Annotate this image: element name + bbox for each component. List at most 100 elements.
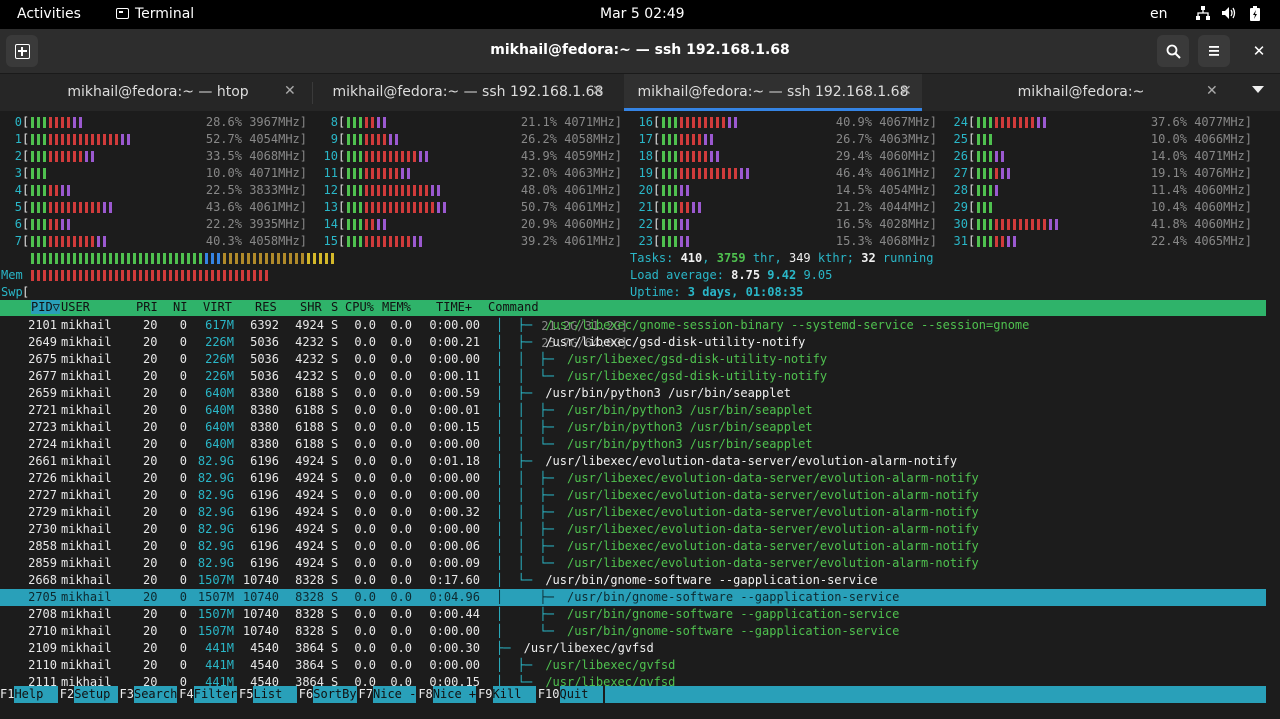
process-row[interactable]: 2710 mikhail 20 0 1507M 10740 8328 S 0.0 0.0 0:00.… — [0, 623, 1266, 640]
cpu-id: 31 — [953, 234, 968, 248]
tab-2[interactable]: mikhail@fedora:~ — ssh 192.168.1.68 ✕ — [313, 74, 623, 111]
fkey-f9[interactable]: F9Kill — [478, 686, 536, 703]
fkey-f2[interactable]: F2Setup — [60, 686, 118, 703]
process-time: 0:00.06 — [429, 539, 480, 553]
cpu-meter-2: 2[33.5% 4068MHz] — [0, 148, 307, 165]
column-time[interactable]: TIME+ — [436, 300, 472, 314]
app-menu[interactable]: Terminal — [116, 6, 194, 22]
fkey-f10[interactable]: F10Quit — [538, 686, 603, 703]
input-language-indicator[interactable]: en — [1150, 6, 1168, 22]
process-row[interactable]: 2677 mikhail 20 0 226M 5036 4232 S 0.0 0.0 0:00.11… — [0, 368, 1266, 385]
process-user: mikhail — [61, 505, 112, 519]
process-row[interactable]: 2859 mikhail 20 0 82.9G 6196 4924 S 0.0 0.0 0:00.0… — [0, 555, 1266, 572]
process-res: 6196 — [250, 505, 279, 519]
tab-3-active[interactable]: mikhail@fedora:~ — ssh 192.168.1.68 ✕ — [624, 74, 922, 111]
cpu-meter-4: 4[22.5% 3833MHz] — [0, 182, 307, 199]
column-mem[interactable]: MEM% — [382, 300, 411, 314]
column-virt[interactable]: VIRT — [203, 300, 232, 314]
column-user[interactable]: USER — [61, 300, 90, 314]
process-cpu-percent: 0.0 — [354, 488, 376, 502]
process-nice: 0 — [179, 386, 187, 400]
process-cpu-percent: 0.0 — [354, 352, 376, 366]
terminal-scrollbar[interactable] — [1266, 112, 1280, 719]
clock[interactable]: Mar 5 02:49 — [600, 6, 685, 22]
tab-2-close-icon[interactable]: ✕ — [592, 83, 604, 99]
column-command[interactable]: Command — [488, 300, 539, 314]
tab-1-close-icon[interactable]: ✕ — [284, 83, 296, 99]
column-cpu[interactable]: CPU% — [345, 300, 374, 314]
process-table-header[interactable]: PID▽ USER PRI NI VIRT RES SHR S CPU% MEM… — [0, 300, 1266, 316]
tab-4-close-icon[interactable]: ✕ — [1206, 83, 1218, 99]
process-tree-branch: │ ├─ — [496, 335, 540, 349]
hamburger-menu-button[interactable] — [1198, 35, 1230, 67]
process-user: mikhail — [61, 641, 112, 655]
cpu-id: 3 — [14, 166, 22, 180]
process-row[interactable]: 2110 mikhail 20 0 441M 4540 3864 S 0.0 0.0 0:00.00… — [0, 657, 1266, 674]
process-row-selected[interactable]: 2705 mikhail 20 0 1507M 10740 8328 S 0.0 0.0 0:04.… — [0, 589, 1266, 606]
process-priority: 20 — [143, 454, 158, 468]
column-shr[interactable]: SHR — [300, 300, 322, 314]
process-row[interactable]: 2726 mikhail 20 0 82.9G 6196 4924 S 0.0 0.0 0:00.0… — [0, 470, 1266, 487]
tab-2-label: mikhail@fedora:~ — ssh 192.168.1.68 — [332, 84, 604, 100]
load-5min: 9.42 — [767, 268, 797, 282]
fkey-f8[interactable]: F8Nice + — [418, 686, 477, 703]
process-tree-branch: │ │ ├─ — [496, 471, 562, 485]
process-row[interactable]: 2858 mikhail 20 0 82.9G 6196 4924 S 0.0 0.0 0:00.0… — [0, 538, 1266, 555]
process-state: S — [331, 352, 339, 366]
column-pid[interactable]: PID▽ — [31, 300, 60, 314]
gnome-top-bar: Activities Terminal Mar 5 02:49 en — [0, 0, 1280, 29]
process-row[interactable]: 2724 mikhail 20 0 640M 8380 6188 S 0.0 0.0 0:00.00… — [0, 436, 1266, 453]
cpu-frequency: 4054MHz] — [879, 183, 937, 197]
process-state: S — [331, 624, 339, 638]
process-row[interactable]: 2109 mikhail 20 0 441M 4540 3864 S 0.0 0.0 0:00.30… — [0, 640, 1266, 657]
process-row[interactable]: 2659 mikhail 20 0 640M 8380 6188 S 0.0 0.0 0:00.59… — [0, 385, 1266, 402]
window-close-button[interactable]: ✕ — [1243, 35, 1275, 67]
process-row[interactable]: 2721 mikhail 20 0 640M 8380 6188 S 0.0 0.0 0:00.01… — [0, 402, 1266, 419]
cpu-usage-bar — [347, 131, 401, 148]
process-row[interactable]: 2708 mikhail 20 0 1507M 10740 8328 S 0.0 0.0 0:00.… — [0, 606, 1266, 623]
cpu-frequency: 4061MHz] — [564, 234, 622, 248]
process-cpu-percent: 0.0 — [354, 607, 376, 621]
process-row[interactable]: 2729 mikhail 20 0 82.9G 6196 4924 S 0.0 0.0 0:00.3… — [0, 504, 1266, 521]
cpu-percent: 21.2% — [835, 200, 872, 214]
cpu-percent: 22.4% — [1150, 234, 1187, 248]
tab-list-dropdown-icon[interactable] — [1252, 86, 1264, 93]
process-row[interactable]: 2730 mikhail 20 0 82.9G 6196 4924 S 0.0 0.0 0:00.0… — [0, 521, 1266, 538]
process-row[interactable]: 2661 mikhail 20 0 82.9G 6196 4924 S 0.0 0.0 0:01.1… — [0, 453, 1266, 470]
tab-1[interactable]: mikhail@fedora:~ — htop ✕ — [0, 74, 312, 111]
process-virt: 441M — [205, 641, 234, 655]
fkey-f6[interactable]: F6SortBy — [299, 686, 357, 703]
fkey-f1[interactable]: F1Help — [0, 686, 58, 703]
fkey-f3[interactable]: F3Search — [120, 686, 178, 703]
fkey-f7[interactable]: F7Nice - — [359, 686, 417, 703]
process-row[interactable]: 2723 mikhail 20 0 640M 8380 6188 S 0.0 0.0 0:00.15… — [0, 419, 1266, 436]
column-res[interactable]: RES — [255, 300, 277, 314]
process-row[interactable]: 2675 mikhail 20 0 226M 5036 4232 S 0.0 0.0 0:00.00… — [0, 351, 1266, 368]
cpu-meter-0: 0[28.6% 3967MHz] — [0, 114, 307, 131]
network-icon[interactable] — [1196, 6, 1210, 24]
cpu-usage-bar — [31, 216, 73, 233]
column-pri[interactable]: PRI — [136, 300, 158, 314]
process-row[interactable]: 2727 mikhail 20 0 82.9G 6196 4924 S 0.0 0.0 0:00.0… — [0, 487, 1266, 504]
power-icon[interactable] — [1249, 6, 1261, 25]
search-button[interactable] — [1157, 35, 1189, 67]
volume-icon[interactable] — [1221, 6, 1237, 24]
cpu-usage-bar — [977, 182, 1001, 199]
process-row[interactable]: 2649 mikhail 20 0 226M 5036 4232 S 0.0 0.0 0:00.21… — [0, 334, 1266, 351]
activities-button[interactable]: Activities — [17, 6, 81, 22]
process-row[interactable]: 2668 mikhail 20 0 1507M 10740 8328 S 0.0 0.0 0:17.… — [0, 572, 1266, 589]
tab-3-close-icon[interactable]: ✕ — [900, 83, 912, 99]
process-user: mikhail — [61, 420, 112, 434]
process-tree-branch: │ ├─ — [496, 607, 562, 621]
fkey-f5[interactable]: F5List — [239, 686, 297, 703]
process-priority: 20 — [143, 505, 158, 519]
process-cpu-percent: 0.0 — [354, 335, 376, 349]
process-user: mikhail — [61, 573, 112, 587]
fkey-f4[interactable]: F4Filter — [179, 686, 238, 703]
process-row[interactable]: 2101 mikhail 20 0 617M 6392 4924 S 0.0 0.0 0:00.00… — [0, 317, 1266, 334]
tab-4[interactable]: mikhail@fedora:~ ✕ — [923, 74, 1239, 111]
column-state[interactable]: S — [331, 300, 338, 314]
column-ni[interactable]: NI — [173, 300, 187, 314]
terminal-content[interactable]: 0[28.6% 3967MHz] 1[52.7% 4054MHz] 2[33.5% … — [0, 112, 1280, 719]
process-command: /usr/bin/python3 /usr/bin/seapplet — [566, 437, 813, 451]
